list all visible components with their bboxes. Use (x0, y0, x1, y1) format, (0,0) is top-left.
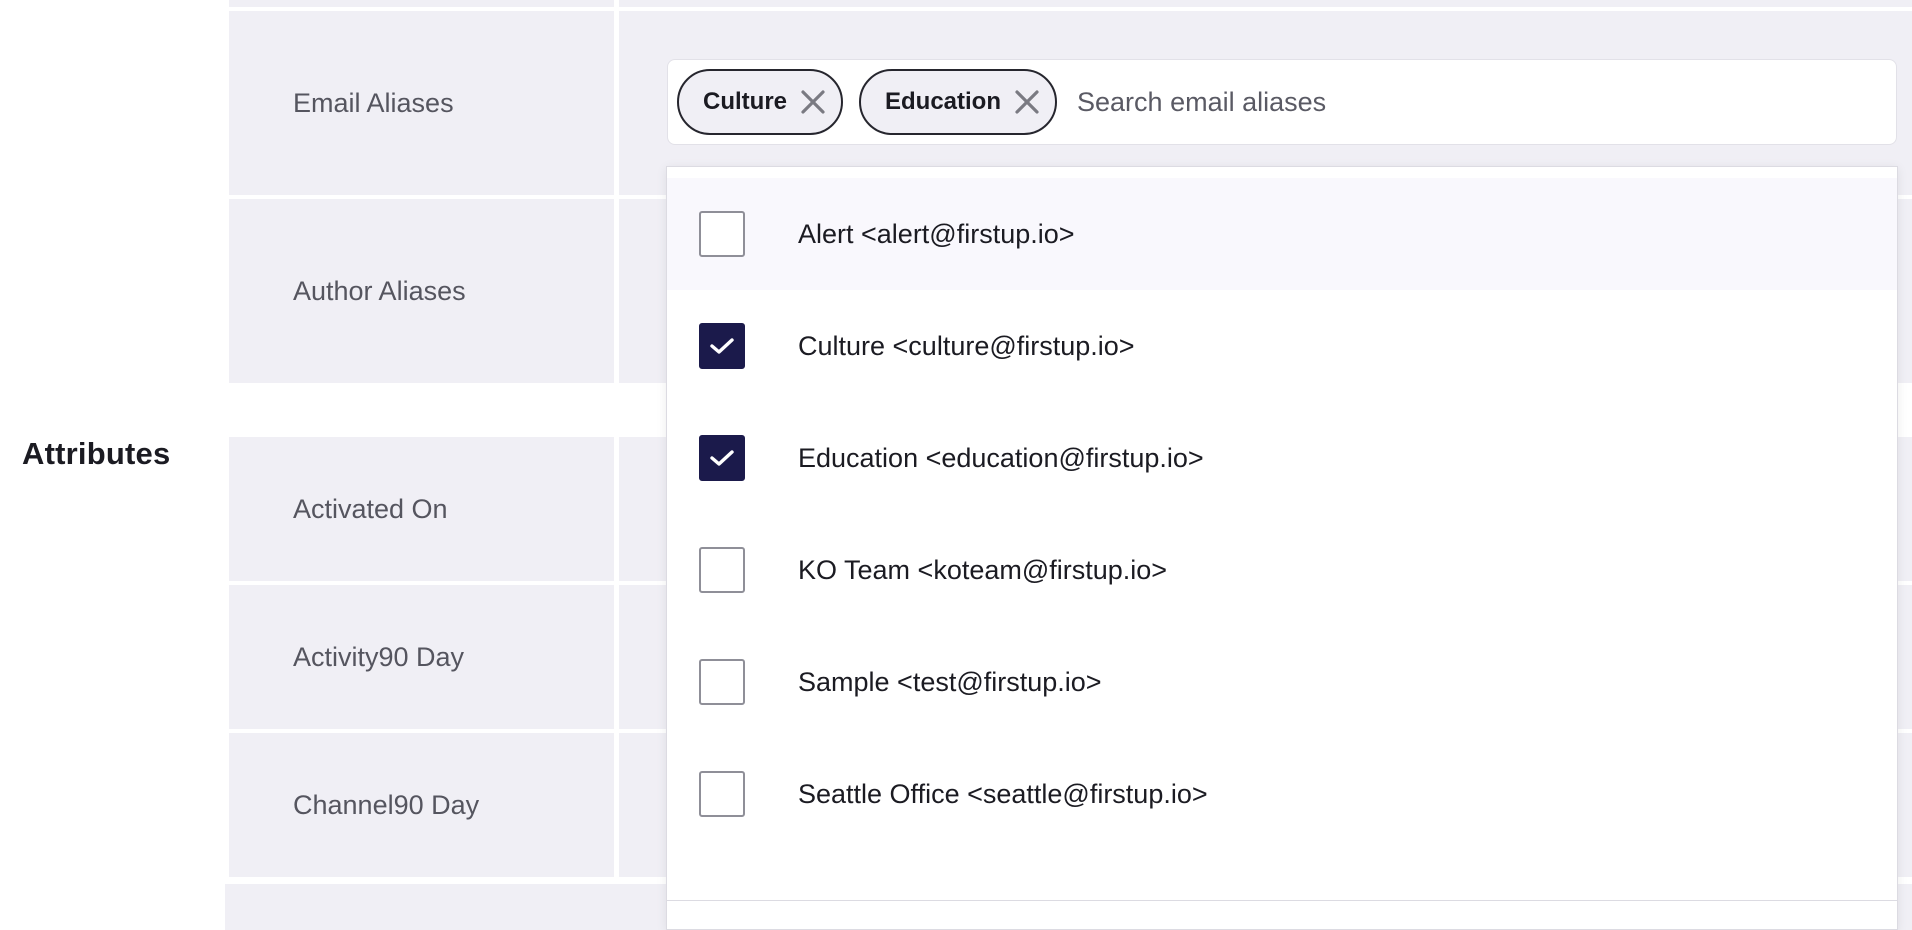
option-label: Sample <test@firstup.io> (798, 666, 1102, 697)
check-icon (710, 450, 734, 466)
row-value-top-partial (619, 0, 1912, 7)
close-icon[interactable] (799, 88, 827, 116)
checkbox-ko-team[interactable] (699, 547, 745, 593)
author-aliases-label: Author Aliases (293, 275, 466, 306)
search-input[interactable] (1073, 86, 1896, 118)
option-seattle-office[interactable]: Seattle Office <seattle@firstup.io> (667, 738, 1897, 850)
email-aliases-label: Email Aliases (293, 87, 454, 118)
page: Email Aliases Author Aliases Attributes … (0, 0, 1912, 930)
option-culture[interactable]: Culture <culture@firstup.io> (667, 290, 1897, 402)
option-label: Education <education@firstup.io> (798, 442, 1204, 473)
row-label-activity90-day: Activity90 Day (229, 585, 614, 729)
chip-label: Education (885, 88, 1002, 115)
option-label: Culture <culture@firstup.io> (798, 330, 1135, 361)
chip-label: Culture (703, 88, 787, 115)
email-aliases-dropdown: Alert <alert@firstup.io> Culture <cultur… (666, 166, 1898, 930)
close-icon[interactable] (1013, 88, 1041, 116)
row-label-top-partial (229, 0, 614, 7)
checkbox-culture[interactable] (699, 323, 745, 369)
checkbox-seattle-office[interactable] (699, 771, 745, 817)
chip-education: Education (859, 69, 1058, 135)
checkbox-education[interactable] (699, 435, 745, 481)
chip-culture: Culture (677, 69, 843, 135)
option-alert[interactable]: Alert <alert@firstup.io> (667, 178, 1897, 290)
activated-on-label: Activated On (293, 493, 448, 524)
option-label: Alert <alert@firstup.io> (798, 218, 1075, 249)
option-education[interactable]: Education <education@firstup.io> (667, 402, 1897, 514)
channel90-day-label: Channel90 Day (293, 789, 480, 820)
option-list: Alert <alert@firstup.io> Culture <cultur… (667, 178, 1897, 850)
row-label-channel90-day: Channel90 Day (229, 733, 614, 877)
email-aliases-multiselect[interactable]: Culture Education (667, 59, 1897, 145)
checkbox-alert[interactable] (699, 211, 745, 257)
activity90-day-label: Activity90 Day (293, 641, 465, 672)
check-icon (710, 338, 734, 354)
row-label-activated-on: Activated On (229, 437, 614, 581)
row-label-author-aliases: Author Aliases (229, 199, 614, 383)
section-title-attributes: Attributes (22, 436, 171, 471)
row-label-email-aliases: Email Aliases (229, 11, 614, 195)
option-label: Seattle Office <seattle@firstup.io> (798, 778, 1208, 809)
option-ko-team[interactable]: KO Team <koteam@firstup.io> (667, 514, 1897, 626)
option-label: KO Team <koteam@firstup.io> (798, 554, 1168, 585)
checkbox-sample[interactable] (699, 659, 745, 705)
dropdown-divider (667, 900, 1897, 901)
option-sample[interactable]: Sample <test@firstup.io> (667, 626, 1897, 738)
